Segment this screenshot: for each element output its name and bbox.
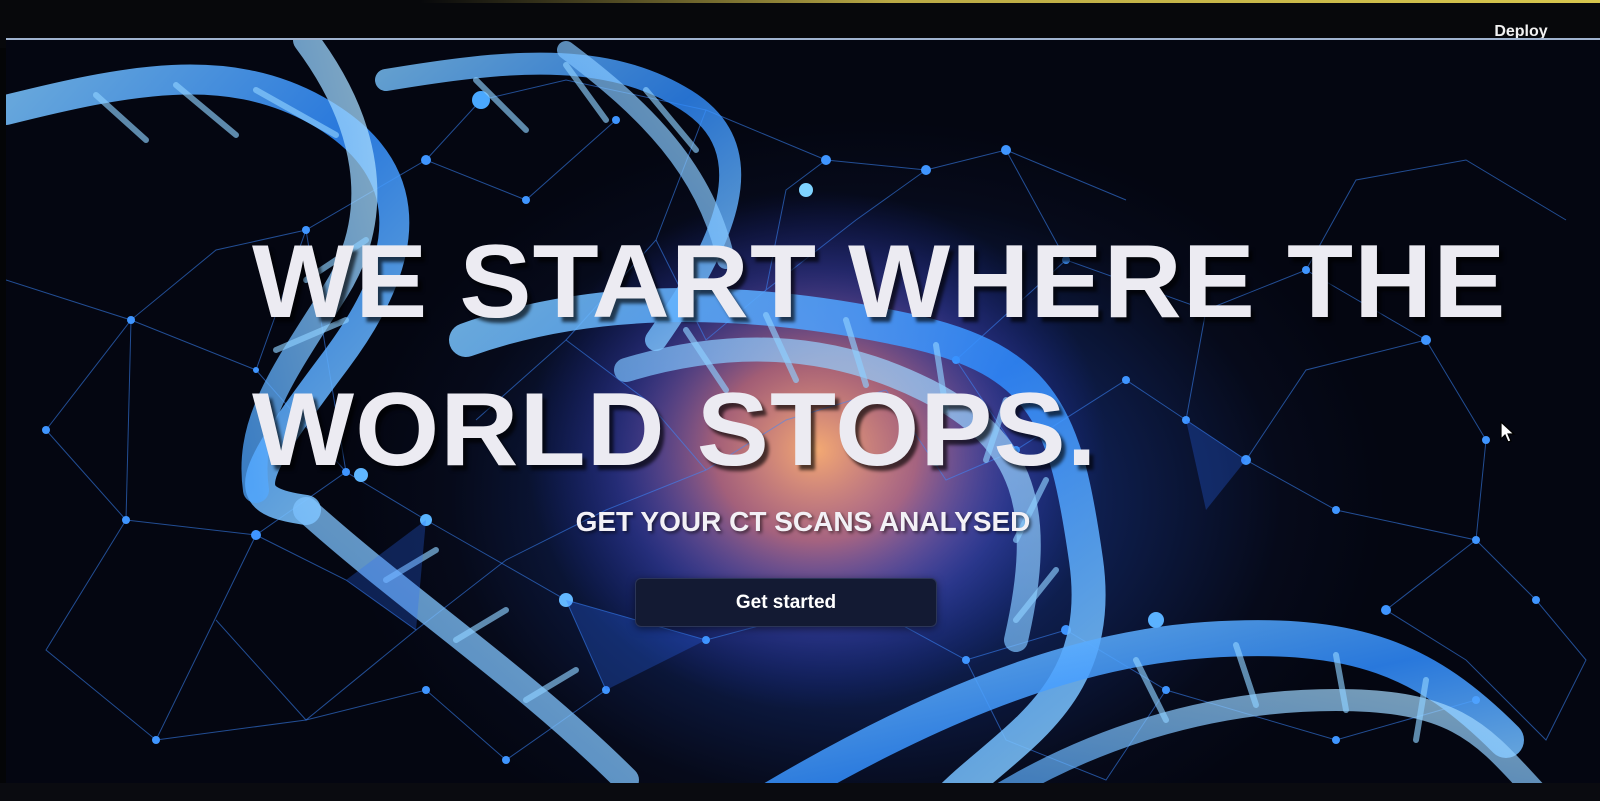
status-strip	[420, 0, 1600, 3]
app-window: Deploy WE START WHERE THE WORLD STOPS. G…	[0, 0, 1600, 801]
hero-headline: WE START WHERE THE WORLD STOPS.	[252, 224, 1507, 488]
hero-subheadline: GET YOUR CT SCANS ANALYSED	[575, 506, 1031, 537]
mouse-pointer-icon	[1500, 421, 1516, 443]
bottom-strip	[0, 783, 1600, 801]
get-started-button[interactable]: Get started	[635, 578, 937, 627]
hero-section: WE START WHERE THE WORLD STOPS. GET YOUR…	[6, 38, 1600, 801]
